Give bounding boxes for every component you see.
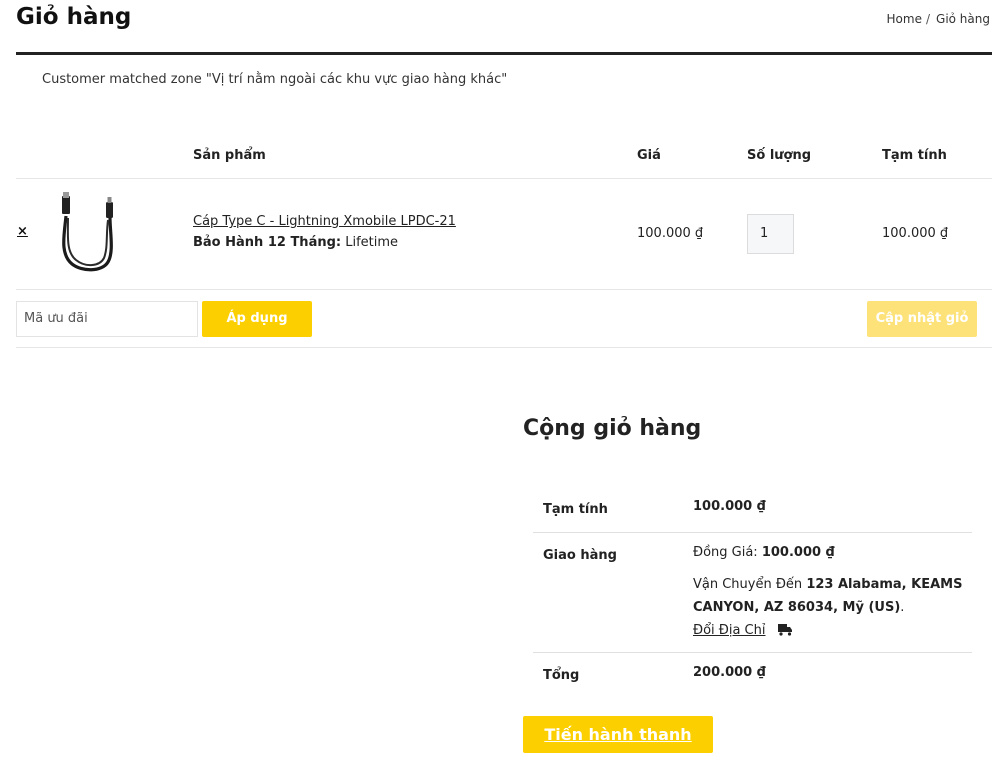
- total-value: 200.000 ₫: [693, 665, 766, 680]
- product-meta: Bảo Hành 12 Tháng: Lifetime: [193, 235, 398, 250]
- breadcrumb-separator: /: [925, 12, 931, 26]
- column-header-quantity: Số lượng: [747, 148, 812, 163]
- column-header-price: Giá: [637, 148, 661, 163]
- shipping-method: Đồng Giá: 100.000 ₫: [693, 545, 835, 560]
- lightning-cable-image[interactable]: [48, 192, 128, 276]
- table-divider: [16, 178, 992, 179]
- totals-divider: [533, 652, 972, 653]
- shipping-zone-notice: Customer matched zone "Vị trí nằm ngoài …: [42, 72, 508, 87]
- totals-divider: [533, 532, 972, 533]
- remove-item-button[interactable]: ×: [17, 224, 28, 239]
- cart-totals-title: Cộng giỏ hàng: [523, 416, 702, 441]
- product-name-link[interactable]: Cáp Type C - Lightning Xmobile LPDC-21: [193, 214, 456, 229]
- warranty-value: Lifetime: [345, 235, 399, 250]
- warranty-label: Bảo Hành 12 Tháng:: [193, 235, 342, 250]
- total-label: Tổng: [543, 668, 580, 683]
- proceed-to-checkout-button[interactable]: Tiến hành thanh toán: [523, 716, 713, 779]
- table-divider: [16, 289, 992, 290]
- subtotal-label: Tạm tính: [543, 502, 608, 517]
- title-divider: [16, 52, 992, 55]
- shipping-method-value: 100.000 ₫: [761, 545, 835, 560]
- ship-to-address-line1: 123 Alabama, KEAMS: [806, 577, 963, 592]
- quantity-input[interactable]: 1: [747, 214, 794, 254]
- shipping-destination: Vận Chuyển Đến 123 Alabama, KEAMS CANYON…: [693, 577, 963, 615]
- coupon-input[interactable]: Mã ưu đãi: [16, 301, 198, 337]
- table-divider: [16, 347, 992, 348]
- page-title: Giỏ hàng: [16, 4, 132, 30]
- update-cart-button[interactable]: Cập nhật giỏ hàng: [867, 301, 977, 362]
- subtotal-value: 100.000 ₫: [693, 499, 766, 514]
- column-header-subtotal: Tạm tính: [882, 148, 947, 163]
- item-subtotal: 100.000 ₫: [882, 226, 949, 241]
- ship-to-address-line2: CANYON, AZ 86034, Mỹ (US): [693, 600, 901, 615]
- breadcrumb: Home / Giỏ hàng: [887, 12, 990, 26]
- breadcrumb-current: Giỏ hàng: [936, 12, 990, 26]
- column-header-product: Sản phẩm: [193, 148, 266, 163]
- shipping-label: Giao hàng: [543, 548, 617, 563]
- truck-icon: [777, 623, 793, 640]
- change-address: Đổi Địa Chỉ: [693, 623, 793, 640]
- apply-coupon-button[interactable]: Áp dụng: [202, 301, 312, 337]
- item-price: 100.000 ₫: [637, 226, 704, 241]
- shipping-method-label: Đồng Giá:: [693, 545, 758, 560]
- ship-to-label: Vận Chuyển Đến: [693, 577, 803, 592]
- change-address-link[interactable]: Đổi Địa Chỉ: [693, 623, 765, 638]
- breadcrumb-home-link[interactable]: Home: [887, 12, 922, 26]
